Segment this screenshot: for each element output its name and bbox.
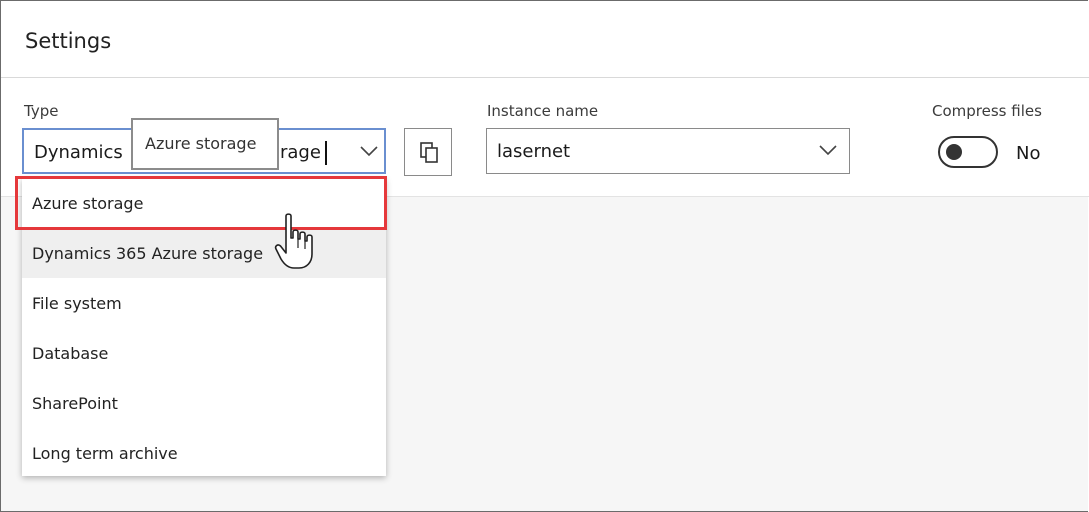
option-azure-storage[interactable]: Azure storage: [22, 178, 386, 228]
option-label: SharePoint: [32, 394, 118, 413]
instance-name-value: lasernet: [497, 141, 571, 162]
instance-name-combobox[interactable]: lasernet: [486, 128, 850, 174]
option-database[interactable]: Database: [22, 328, 386, 378]
copy-button[interactable]: [404, 128, 452, 176]
option-dynamics-365-azure-storage[interactable]: Dynamics 365 Azure storage: [22, 228, 386, 278]
chevron-down-icon[interactable]: [360, 144, 378, 158]
settings-header: Settings: [1, 1, 1089, 78]
instance-name-label: Instance name: [487, 102, 599, 120]
compress-files-state: No: [1016, 143, 1041, 164]
type-label: Type: [24, 102, 59, 120]
type-dropdown-list: Azure storage Dynamics 365 Azure storage…: [22, 178, 386, 476]
option-label: Long term archive: [32, 444, 178, 463]
type-tooltip: Azure storage: [131, 118, 279, 170]
option-long-term-archive[interactable]: Long term archive: [22, 428, 386, 478]
hand-pointer-icon: [274, 213, 313, 269]
option-file-system[interactable]: File system: [22, 278, 386, 328]
compress-files-label: Compress files: [932, 102, 1042, 120]
option-label: Azure storage: [32, 194, 144, 213]
compress-files-toggle[interactable]: [938, 136, 998, 168]
text-caret: [325, 141, 327, 165]
copy-icon: [420, 142, 438, 163]
chevron-down-icon[interactable]: [819, 143, 837, 157]
option-label: File system: [32, 294, 122, 313]
tooltip-text: Azure storage: [145, 134, 257, 153]
toggle-knob: [946, 144, 962, 160]
option-sharepoint[interactable]: SharePoint: [22, 378, 386, 428]
option-label: Database: [32, 344, 109, 363]
type-value-start: Dynamics: [34, 142, 123, 163]
page-title: Settings: [25, 29, 112, 53]
option-label: Dynamics 365 Azure storage: [32, 244, 264, 263]
type-value-end: rage: [280, 142, 321, 163]
